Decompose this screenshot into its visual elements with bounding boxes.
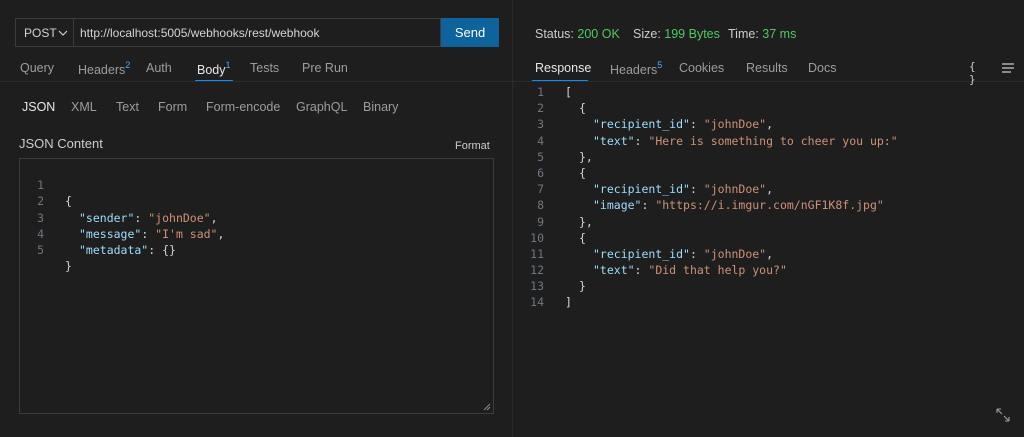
tab-pre-run[interactable]: Pre Run [302,61,348,75]
body-type-tabs: JSON XML Text Form Form-encode GraphQL B… [0,100,512,118]
status-readout: Status: 200 OK [535,27,620,41]
code-line: 6{ [537,165,586,180]
active-tab-indicator [195,80,233,81]
code-line: 3 "message": "I'm sad", [37,210,225,241]
body-type-json[interactable]: JSON [22,100,55,114]
response-tabs: Response Headers5 Cookies Results Docs [513,56,1024,82]
format-button[interactable]: Format [455,140,490,152]
code-line: 4 "text": "Here is something to cheer you… [537,133,898,148]
code-line: 4 "metadata": {} [37,226,176,257]
code-line: 1[ [537,85,572,99]
code-line: 7 "recipient_id": "johnDoe", [537,182,774,197]
code-line: 8 "image": "https://i.imgur.com/nGF1K8f.j… [537,198,884,213]
tab-tests[interactable]: Tests [250,61,279,75]
body-type-text[interactable]: Text [116,100,139,114]
response-body-viewer: 1[ 2{ 3 "recipient_id": "johnDoe", 4 "text… [520,84,1020,311]
body-type-graphql[interactable]: GraphQL [296,100,347,114]
body-type-form-encode[interactable]: Form-encode [206,100,280,114]
tab-body[interactable]: Body1 [197,60,231,77]
body-type-binary[interactable]: Binary [363,100,398,114]
response-headers-count-badge: 5 [657,60,663,70]
body-count-badge: 1 [225,60,231,70]
code-line: 11 "recipient_id": "johnDoe", [530,246,774,261]
time-value: 37 ms [762,27,797,41]
request-tabs: Query Headers2 Auth Body1 Tests Pre Run [0,56,512,82]
tab-cookies[interactable]: Cookies [679,61,724,75]
method-label: POST [24,25,57,40]
code-line: 12 "text": "Did that help you?" [530,263,787,278]
code-line: 10{ [530,230,586,245]
status-value: 200 OK [577,27,620,41]
size-readout: Size: 199 Bytes [633,27,720,41]
braces-icon[interactable]: { } [969,60,983,86]
url-input[interactable] [73,18,441,47]
tab-headers[interactable]: Headers2 [78,60,131,77]
code-line: 2{ [537,101,586,116]
active-response-tab-indicator [532,80,588,81]
tab-results[interactable]: Results [746,61,788,75]
size-value: 199 Bytes [664,27,720,41]
request-body-editor[interactable]: 1 { 2 "sender": "johnDoe", 3 "message": … [19,158,494,414]
code-line: 2 "sender": "johnDoe", [37,194,218,225]
expand-icon[interactable] [995,407,1011,423]
tab-response-headers[interactable]: Headers5 [610,60,663,77]
resize-grip-icon[interactable] [483,403,491,411]
url-bar: POST Send [15,18,499,47]
json-content-label: JSON Content [19,136,103,151]
code-line: 5}, [537,149,593,164]
chevron-down-icon [58,30,68,36]
time-readout: Time: 37 ms [728,27,797,41]
code-line: 5 } [37,242,72,274]
body-type-xml[interactable]: XML [71,100,97,114]
body-type-form[interactable]: Form [158,100,187,114]
code-line: 1 { [37,178,72,209]
tab-docs[interactable]: Docs [808,61,836,75]
code-line: 3 "recipient_id": "johnDoe", [537,117,774,132]
code-line: 14] [530,295,572,310]
tab-query[interactable]: Query [20,61,54,75]
tab-response[interactable]: Response [535,61,591,75]
tab-auth[interactable]: Auth [146,61,172,75]
code-line: 13} [530,279,586,294]
headers-count-badge: 2 [125,60,131,70]
send-button[interactable]: Send [441,18,499,47]
method-select[interactable]: POST [15,18,73,47]
menu-icon[interactable] [1001,62,1015,74]
code-line: 9}, [537,214,593,229]
